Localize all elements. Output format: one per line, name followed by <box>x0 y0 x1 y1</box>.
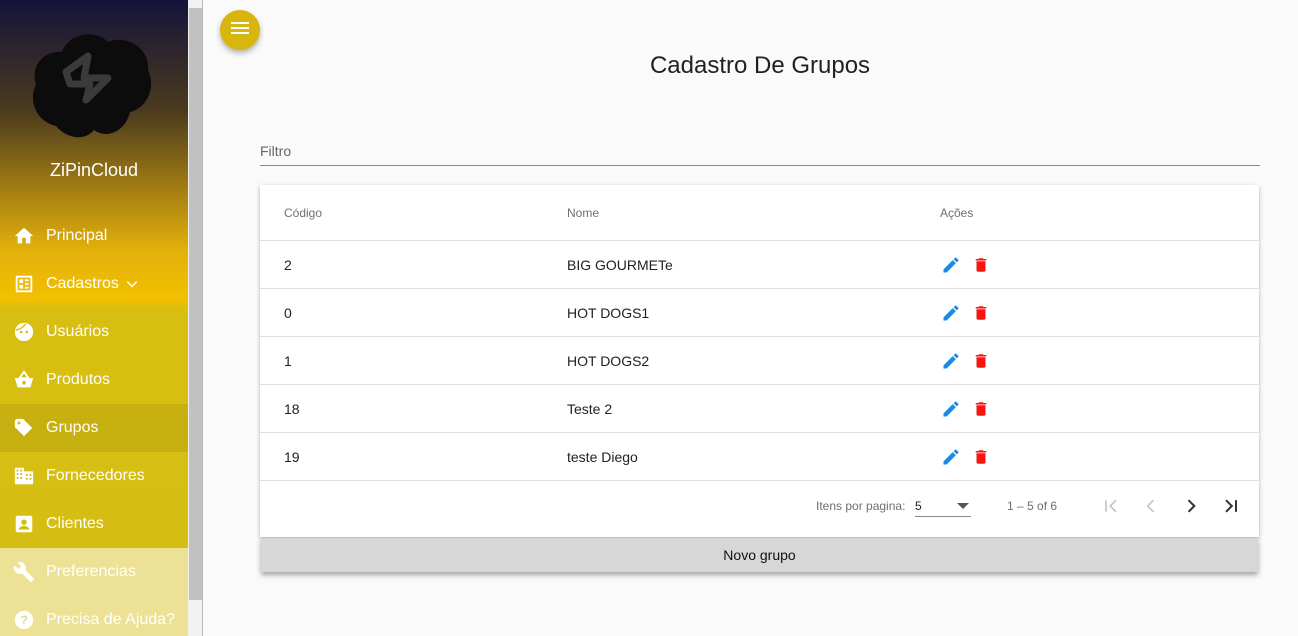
cell-nome: HOT DOGS2 <box>567 352 650 369</box>
nav-label: Precisa de Ajuda? <box>46 611 175 628</box>
paginator: Itens por pagina: 5 1 – 5 of 6 <box>260 481 1259 537</box>
previous-page-icon[interactable] <box>1138 493 1164 519</box>
nav-item-ajuda[interactable]: ? Precisa de Ajuda? <box>0 596 188 636</box>
nav-item-cadastros[interactable]: Cadastros <box>0 260 188 308</box>
brand-name: ZiPinCloud <box>49 160 139 180</box>
nav-label: Preferencias <box>46 563 136 580</box>
table-header-row: Código Nome Ações <box>260 185 1259 241</box>
nav-label: Principal <box>46 227 108 244</box>
delete-icon[interactable] <box>970 253 992 277</box>
delete-icon[interactable] <box>970 397 992 421</box>
cell-acoes <box>940 397 1000 421</box>
column-header-codigo[interactable]: Código <box>284 206 322 220</box>
nav-item-usuarios[interactable]: Usuários <box>0 308 188 356</box>
nav-item-preferencias[interactable]: Preferencias <box>0 548 188 596</box>
table-row: 2 BIG GOURMETe <box>260 241 1259 289</box>
per-page-value: 5 <box>915 499 922 513</box>
sidebar-scrollbar-thumb[interactable] <box>189 8 202 600</box>
nav-item-produtos[interactable]: Produtos <box>0 356 188 404</box>
nav-item-clientes[interactable]: Clientes <box>0 500 188 548</box>
column-header-nome[interactable]: Nome <box>567 206 599 220</box>
cell-nome: Teste 2 <box>567 400 613 417</box>
cell-nome: HOT DOGS1 <box>567 304 650 321</box>
filter-field[interactable] <box>260 140 1260 166</box>
first-page-icon[interactable] <box>1098 493 1124 519</box>
delete-icon[interactable] <box>970 301 992 325</box>
cell-acoes <box>940 301 1000 325</box>
help-icon: ? <box>13 609 35 631</box>
nav-item-grupos[interactable]: Grupos <box>0 404 188 452</box>
filter-input[interactable] <box>260 140 1260 162</box>
cell-acoes <box>940 253 1000 277</box>
next-page-icon[interactable] <box>1178 493 1204 519</box>
cell-codigo: 0 <box>284 304 292 321</box>
nav-label: Cadastros <box>46 275 119 292</box>
delete-icon[interactable] <box>970 349 992 373</box>
nav-label: Fornecedores <box>46 467 145 484</box>
edit-icon[interactable] <box>940 301 962 325</box>
caret-down-icon <box>957 503 969 509</box>
building-icon <box>13 465 35 487</box>
table-row: 19 teste Diego <box>260 433 1259 481</box>
chevron-down-icon <box>125 277 139 291</box>
menu-button[interactable] <box>220 10 260 50</box>
edit-icon[interactable] <box>940 349 962 373</box>
delete-icon[interactable] <box>970 445 992 469</box>
table-row: 0 HOT DOGS1 <box>260 289 1259 337</box>
nav-label: Grupos <box>46 419 99 436</box>
edit-icon[interactable] <box>940 253 962 277</box>
cell-acoes <box>940 445 1000 469</box>
page-title: Cadastro De Grupos <box>649 52 871 79</box>
dashboard-icon <box>13 273 35 295</box>
nav-label: Usuários <box>46 323 110 340</box>
column-header-acoes: Ações <box>940 205 974 220</box>
sidebar: ZiPinCloud Principal Cadastros Usuários … <box>0 0 188 636</box>
home-icon <box>13 225 35 247</box>
nav-item-principal[interactable]: Principal <box>0 212 188 260</box>
range-label: 1 – 5 of 6 <box>1007 499 1058 513</box>
menu-icon <box>231 21 249 40</box>
wrench-icon <box>13 561 35 583</box>
nav-item-fornecedores[interactable]: Fornecedores <box>0 452 188 500</box>
per-page-label: Itens por pagina: <box>816 499 906 513</box>
cell-acoes <box>940 349 1000 373</box>
face-icon <box>13 321 35 343</box>
nav-label: Produtos <box>46 371 111 388</box>
basket-icon <box>13 369 35 391</box>
tag-icon <box>13 417 35 439</box>
logo <box>26 26 156 146</box>
edit-icon[interactable] <box>940 397 962 421</box>
cell-codigo: 2 <box>284 256 292 273</box>
table-row: 1 HOT DOGS2 <box>260 337 1259 385</box>
edit-icon[interactable] <box>940 445 962 469</box>
cell-codigo: 19 <box>284 448 300 465</box>
cell-codigo: 18 <box>284 400 300 417</box>
last-page-icon[interactable] <box>1218 493 1244 519</box>
table-row: 18 Teste 2 <box>260 385 1259 433</box>
per-page-select[interactable]: 5 <box>915 495 971 517</box>
cell-nome: BIG GOURMETe <box>567 256 673 273</box>
new-group-button[interactable]: Novo grupo <box>261 538 1258 572</box>
groups-table: Código Nome Ações 2 BIG GOURMETe 0 HOT D… <box>260 185 1259 537</box>
account-box-icon <box>13 513 35 535</box>
nav-label: Clientes <box>46 515 104 532</box>
svg-text:?: ? <box>20 613 28 628</box>
cell-nome: teste Diego <box>567 448 638 465</box>
cell-codigo: 1 <box>284 352 292 369</box>
